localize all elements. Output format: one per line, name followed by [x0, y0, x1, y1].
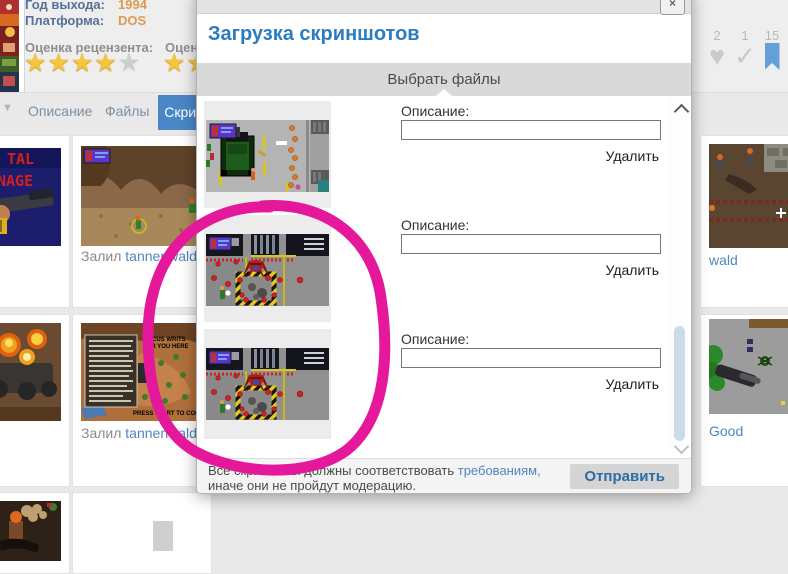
reviewer-rating-stars[interactable]: ★★★★★	[24, 49, 142, 77]
completed-counter[interactable]: 1 ✓	[731, 28, 759, 70]
screenshot-card[interactable]: Good	[700, 314, 788, 487]
thumbnail-placeholder	[153, 521, 173, 551]
bookmarks-count: 15	[764, 28, 780, 43]
uploader-link-fragment[interactable]: Good	[709, 423, 743, 439]
uploaded-screenshot-3	[206, 348, 329, 420]
uploader-line: Залил tannenwald	[81, 425, 197, 441]
dialog-titlebar[interactable]	[197, 0, 691, 14]
platform-value: DOS	[118, 13, 147, 28]
uploader-link[interactable]: tannenwald	[125, 248, 197, 264]
star-icon-filled: ★	[70, 49, 95, 77]
star-icon-filled: ★	[47, 49, 71, 77]
cave-screenshot-image	[81, 146, 198, 246]
uploader-link-fragment[interactable]: wald	[709, 252, 738, 268]
year-value: 1994	[118, 0, 147, 12]
explosion-screenshot-image	[0, 323, 61, 421]
screenshot-card[interactable]: wald	[700, 135, 788, 308]
briefing-heading-text: FOR YOU HERE	[143, 344, 189, 350]
upload-thumbnail-box	[204, 215, 331, 322]
chevron-down-icon[interactable]: ▼	[2, 102, 13, 114]
dialog-title: Загрузка скриншотов	[208, 23, 420, 45]
uploader-link[interactable]: tannenwald	[125, 425, 197, 441]
note-text: Все скриншоты должны соответствовать	[208, 463, 458, 478]
game-cover-art[interactable]	[0, 0, 19, 92]
description-label: Описание:	[401, 103, 470, 119]
description-input[interactable]	[401, 348, 661, 368]
cover-line2-text: NAGE	[0, 172, 33, 190]
briefing-footer-text: PRESS START TO CONTIN	[133, 411, 198, 417]
dialog-scrollbar[interactable]	[667, 97, 689, 449]
platform-label: Платформа:	[25, 13, 105, 28]
uploader-line: Залил tannenwald	[81, 248, 197, 264]
upload-thumbnail-box	[204, 329, 331, 439]
likes-counter[interactable]: 2 ♥	[703, 28, 731, 70]
upload-thumbnail-box	[204, 101, 331, 208]
uploader-line: Good	[709, 423, 743, 439]
delete-link[interactable]: Удалить	[401, 148, 659, 164]
total-carnage-cover-image: TAL NAGE	[0, 148, 61, 246]
submit-button[interactable]: Отправить	[570, 464, 679, 489]
gun-screenshot-image	[709, 319, 788, 414]
description-label: Описание:	[401, 331, 470, 347]
moderation-note: Все скриншоты должны соответствовать тре…	[208, 463, 541, 493]
description-input[interactable]	[401, 120, 661, 140]
uploader-prefix: Залил	[81, 248, 122, 264]
year-label: Год выхода:	[25, 0, 105, 12]
uploaded-screenshot-1	[206, 120, 329, 192]
upload-screenshots-dialog: × Загрузка скриншотов Выбрать файлы Опис…	[196, 0, 692, 494]
tab-files[interactable]: Файлы	[105, 103, 149, 119]
requirements-link[interactable]: требованиям,	[458, 463, 541, 478]
screenshot-card[interactable]	[0, 314, 70, 487]
star-icon-filled: ★	[163, 49, 187, 77]
bookmark-icon	[764, 43, 780, 70]
cover-line1-text: TAL	[7, 150, 34, 168]
star-icon-filled: ★	[24, 49, 48, 77]
heart-icon: ♥	[708, 41, 726, 71]
briefing-screenshot-image: ORCUS WRITS FOR YOU HERE PRESS START TO …	[81, 323, 198, 421]
bookmarks-counter[interactable]: 15	[758, 28, 786, 70]
star-icon-empty: ★	[117, 49, 142, 77]
star-icon-filled: ★	[94, 49, 118, 77]
screenshot-card[interactable]: Залил tannenwald	[72, 135, 212, 308]
screenshot-card[interactable]	[0, 492, 70, 574]
description-label: Описание:	[401, 217, 470, 233]
uploader-line: wald	[709, 252, 738, 268]
dialog-footer: Все скриншоты должны соответствовать тре…	[197, 458, 691, 493]
screenshot-card[interactable]: ORCUS WRITS FOR YOU HERE PRESS START TO …	[72, 314, 212, 487]
description-input[interactable]	[401, 234, 661, 254]
note-text: иначе они не пройдут модерацию.	[208, 478, 416, 493]
uploader-prefix: Залил	[81, 425, 122, 441]
uploaded-screenshot-2	[206, 234, 329, 306]
battlefield-screenshot-image	[709, 144, 788, 248]
brawler-screenshot-image	[0, 501, 61, 561]
close-icon[interactable]: ×	[660, 0, 685, 15]
delete-link[interactable]: Удалить	[401, 376, 659, 392]
briefing-heading-text: ORCUS WRITS	[143, 337, 186, 343]
screenshot-card[interactable]	[72, 492, 212, 574]
check-icon: ✓	[734, 41, 756, 71]
choose-files-notch	[436, 89, 452, 96]
tab-description[interactable]: Описание	[28, 103, 92, 119]
scrollbar-thumb[interactable]	[674, 326, 685, 441]
delete-link[interactable]: Удалить	[401, 262, 659, 278]
screenshot-card[interactable]: TAL NAGE	[0, 135, 70, 308]
